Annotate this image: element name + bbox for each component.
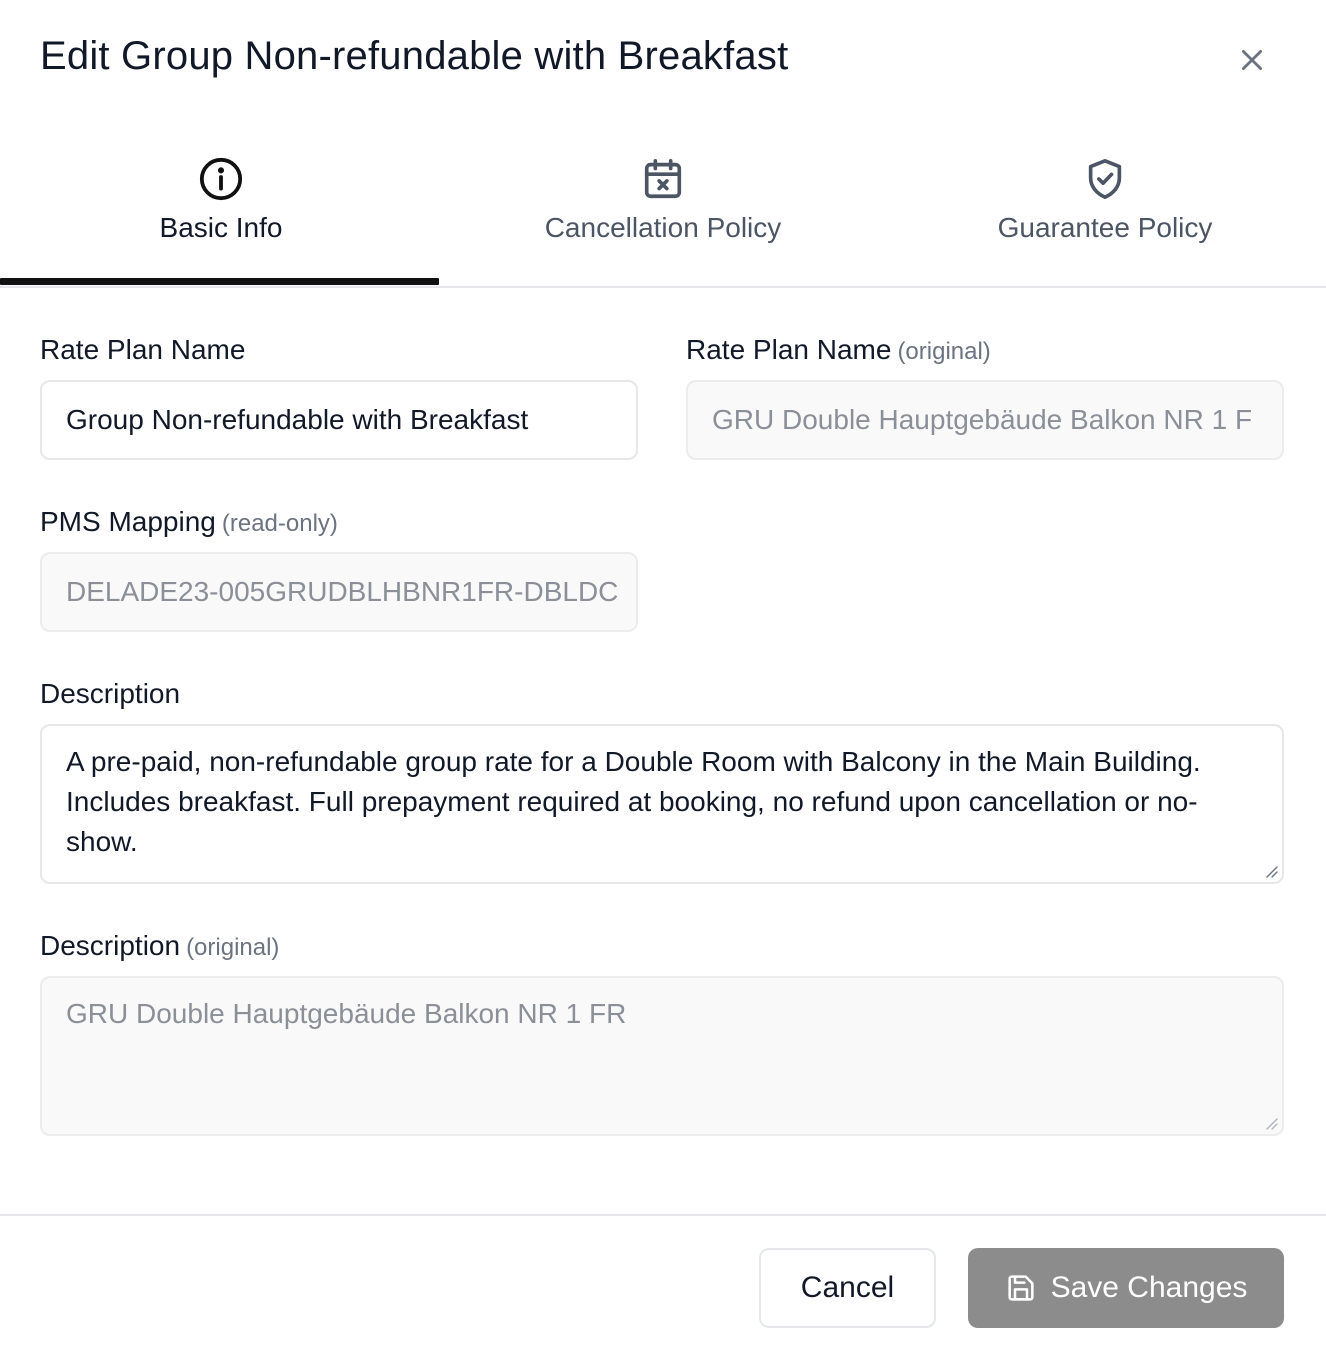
dialog-header: Edit Group Non-refundable with Breakfast xyxy=(0,0,1326,120)
pms-mapping-field: DELADE23-005GRUDBLHBNR1FR-DBLDC xyxy=(40,552,638,632)
description-original-field: GRU Double Hauptgebäude Balkon NR 1 FR xyxy=(40,976,1284,1136)
description-text: A pre-paid, non-refundable group rate fo… xyxy=(66,746,1201,857)
cancel-button[interactable]: Cancel xyxy=(759,1248,936,1328)
dialog-title: Edit Group Non-refundable with Breakfast xyxy=(40,34,789,78)
original-hint: (original) xyxy=(897,338,991,365)
resize-grip-icon xyxy=(1266,1118,1278,1130)
description-textarea[interactable]: A pre-paid, non-refundable group rate fo… xyxy=(40,724,1284,884)
description-original-label: Description (original) xyxy=(40,930,280,961)
pms-mapping-label: PMS Mapping (read-only) xyxy=(40,506,338,537)
active-tab-indicator xyxy=(0,278,439,285)
tab-label: Cancellation Policy xyxy=(544,212,782,243)
save-icon xyxy=(1005,1272,1037,1304)
tab-guarantee-policy[interactable]: Guarantee Policy xyxy=(884,140,1326,286)
footer-divider xyxy=(0,1214,1326,1216)
rate-plan-name-original-label: Rate Plan Name (original) xyxy=(686,334,991,365)
info-circle-icon xyxy=(198,156,244,202)
cancel-button-label: Cancel xyxy=(800,1271,895,1304)
rate-plan-name-input[interactable] xyxy=(40,380,638,460)
shield-check-icon xyxy=(1082,156,1128,202)
resize-grip-icon[interactable] xyxy=(1264,864,1278,878)
description-label: Description xyxy=(40,678,181,709)
tab-basic-info[interactable]: Basic Info xyxy=(0,140,442,286)
tab-label: Guarantee Policy xyxy=(997,212,1213,243)
save-changes-button[interactable]: Save Changes xyxy=(968,1248,1284,1328)
tab-bar: Basic Info Cancellation Policy Guarantee… xyxy=(0,140,1326,288)
description-original-text: GRU Double Hauptgebäude Balkon NR 1 FR xyxy=(66,998,627,1029)
tab-label: Basic Info xyxy=(159,212,283,243)
close-button[interactable] xyxy=(1232,40,1272,80)
calendar-x-icon xyxy=(640,156,686,202)
original-hint: (original) xyxy=(186,934,280,961)
rate-plan-name-label: Rate Plan Name xyxy=(40,334,246,365)
rate-plan-name-original-field: GRU Double Hauptgebäude Balkon NR 1 F xyxy=(686,380,1284,460)
read-only-hint: (read-only) xyxy=(221,510,338,537)
tab-cancellation-policy[interactable]: Cancellation Policy xyxy=(442,140,884,286)
close-icon xyxy=(1241,49,1263,71)
save-button-label: Save Changes xyxy=(1050,1271,1248,1304)
